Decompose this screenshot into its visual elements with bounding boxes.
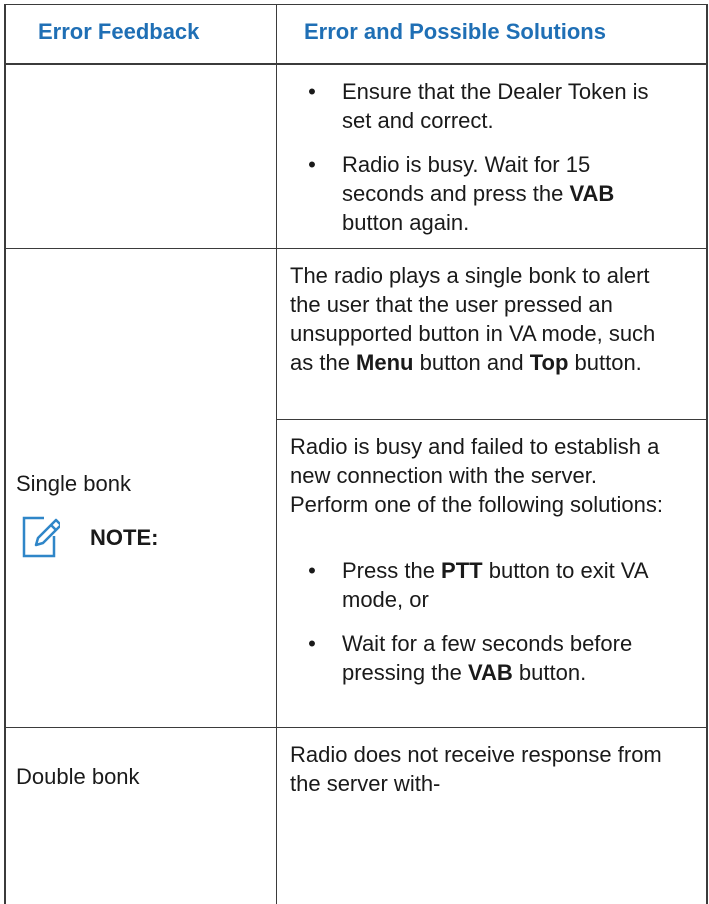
single-bonk-unsupported-button: The radio plays a single bonk to alert t… xyxy=(290,263,656,375)
note-pencil-icon xyxy=(22,516,60,558)
error-feedback-table: Error Feedback Error and Possible Soluti… xyxy=(4,4,708,904)
header-rule xyxy=(6,63,706,65)
bullet-marker: • xyxy=(308,152,316,177)
solution-dealer-token: Ensure that the Dealer Token is set and … xyxy=(342,79,649,133)
note-label: NOTE: xyxy=(90,525,159,550)
solution-radio-busy-wait: Radio is busy. Wait for 15 seconds and p… xyxy=(342,152,615,235)
header-error-solutions: Error and Possible Solutions xyxy=(304,19,606,44)
solution-press-ptt: Press the PTT button to exit VA mode, or xyxy=(342,558,648,612)
bullet-marker: • xyxy=(308,631,316,656)
column-divider xyxy=(276,5,277,904)
double-bonk-label: Double bonk xyxy=(16,764,140,789)
double-bonk-no-response: Radio does not receive response from the… xyxy=(290,742,662,796)
row-rule xyxy=(6,727,706,728)
single-bonk-busy-connection: Radio is busy and failed to establish a … xyxy=(290,434,663,517)
subrow-rule xyxy=(276,419,706,420)
row-rule xyxy=(6,248,706,249)
solution-wait-press-vab: Wait for a few seconds before pressing t… xyxy=(342,631,633,685)
header-error-feedback: Error Feedback xyxy=(38,19,200,44)
bullet-marker: • xyxy=(308,558,316,583)
single-bonk-label: Single bonk xyxy=(16,471,131,496)
bullet-marker: • xyxy=(308,79,316,104)
